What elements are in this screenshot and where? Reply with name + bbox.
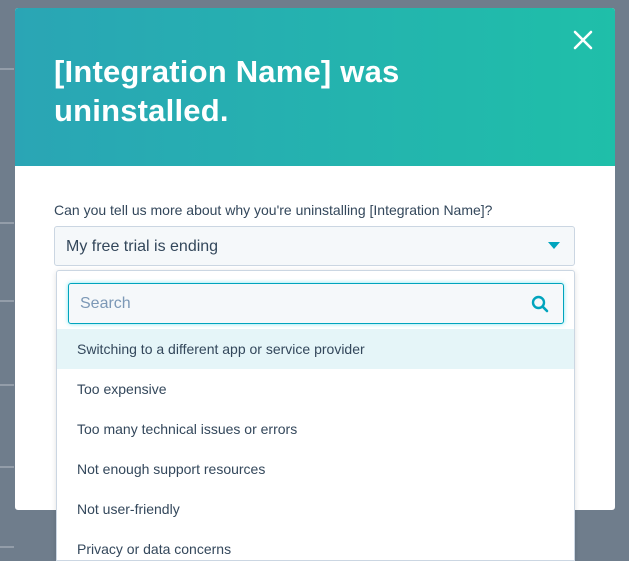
close-button[interactable] xyxy=(569,26,597,54)
backdrop-decoration xyxy=(0,222,14,224)
select-value: My free trial is ending xyxy=(66,238,219,255)
option-privacy-concerns[interactable]: Privacy or data concerns xyxy=(57,529,574,560)
backdrop-decoration xyxy=(0,546,14,548)
backdrop-decoration xyxy=(0,300,14,302)
reason-select[interactable]: My free trial is ending xyxy=(54,226,575,266)
search-icon[interactable] xyxy=(531,295,549,313)
close-icon xyxy=(573,30,593,50)
search-field xyxy=(68,283,564,324)
option-switching-provider[interactable]: Switching to a different app or service … xyxy=(57,329,574,369)
backdrop-decoration xyxy=(0,68,14,70)
option-list: Switching to a different app or service … xyxy=(57,329,574,560)
option-too-expensive[interactable]: Too expensive xyxy=(57,369,574,409)
option-technical-issues[interactable]: Too many technical issues or errors xyxy=(57,409,574,449)
backdrop-decoration xyxy=(0,466,14,468)
reason-dropdown: Switching to a different app or service … xyxy=(56,270,575,561)
chevron-down-icon xyxy=(548,242,560,250)
question-label: Can you tell us more about why you're un… xyxy=(54,202,493,218)
search-input[interactable] xyxy=(69,284,529,323)
option-support-resources[interactable]: Not enough support resources xyxy=(57,449,574,489)
backdrop-decoration xyxy=(0,384,14,386)
modal-header: [Integration Name] was uninstalled. xyxy=(15,8,615,166)
modal-title: [Integration Name] was uninstalled. xyxy=(54,54,400,128)
option-not-user-friendly[interactable]: Not user-friendly xyxy=(57,489,574,529)
